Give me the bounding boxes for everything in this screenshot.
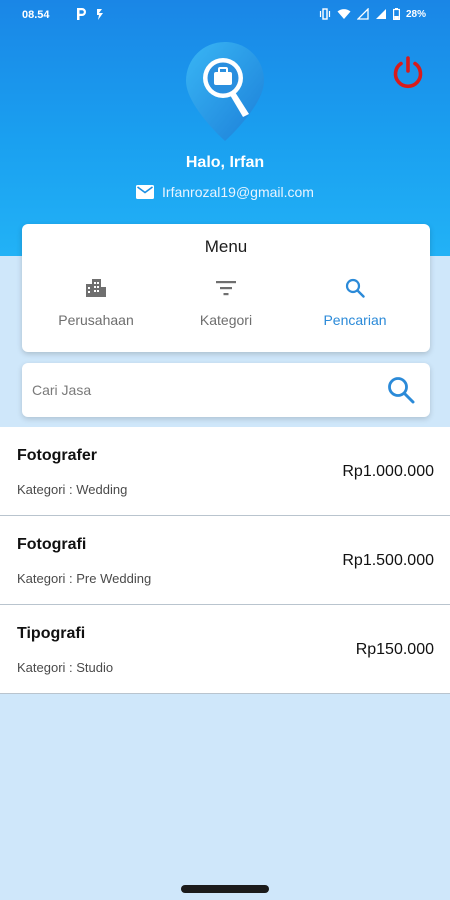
battery-percent: 28% [405, 8, 426, 20]
service-category: Kategori : Wedding [17, 482, 128, 497]
tool-app-icon [97, 9, 103, 20]
menu-item-label: Pencarian [323, 312, 387, 328]
menu-card: Menu Perusahaan Kategori Pencarian [22, 224, 430, 352]
app-logo [186, 42, 264, 141]
gesture-nav-bar[interactable] [181, 885, 269, 893]
search-input[interactable] [32, 363, 372, 417]
menu-item-label: Kategori [199, 312, 253, 328]
service-category: Kategori : Pre Wedding [17, 571, 152, 586]
status-notification-icons [75, 7, 109, 21]
power-icon[interactable] [390, 54, 426, 90]
status-system-icons: 28% [319, 8, 426, 20]
building-icon [86, 279, 106, 297]
list-item[interactable]: Fotografi Kategori : Pre Wedding Rp1.500… [0, 516, 450, 605]
service-title: Tipografi [17, 625, 86, 642]
service-category: Kategori : Studio [17, 660, 114, 675]
search-icon [345, 278, 365, 298]
menu-item-label: Perusahaan [58, 312, 134, 328]
greeting-text: Halo, Irfan [185, 154, 265, 171]
search-button-icon[interactable] [386, 375, 416, 405]
mail-icon [136, 185, 155, 199]
battery-icon [392, 8, 400, 20]
filter-icon [216, 281, 236, 296]
email-text: Irfanrozal19@gmail.com [162, 184, 314, 200]
search-box [22, 363, 430, 417]
service-title: Fotografer [17, 447, 97, 464]
service-list: Fotografer Kategori : Wedding Rp1.000.00… [0, 427, 450, 694]
signal-icon-1 [356, 8, 369, 20]
email-row: Irfanrozal19@gmail.com [0, 184, 450, 200]
service-title: Fotografi [17, 536, 87, 553]
status-time: 08.54 [22, 9, 50, 21]
wifi-icon [337, 9, 351, 19]
status-bar: 08.54 28% [0, 0, 450, 30]
service-price: Rp1.500.000 [342, 552, 434, 569]
service-price: Rp1.000.000 [342, 463, 434, 480]
menu-item-pencarian[interactable]: Pencarian [287, 274, 423, 340]
menu-item-perusahaan[interactable]: Perusahaan [28, 274, 164, 340]
signal-icon-2 [375, 9, 386, 19]
list-item[interactable]: Fotografer Kategori : Wedding Rp1.000.00… [0, 427, 450, 516]
menu-item-kategori[interactable]: Kategori [158, 274, 294, 340]
vibrate-icon [319, 8, 331, 20]
parking-app-icon [77, 8, 86, 20]
service-price: Rp150.000 [355, 641, 434, 658]
list-item[interactable]: Tipografi Kategori : Studio Rp150.000 [0, 605, 450, 694]
menu-title: Menu [204, 237, 248, 256]
